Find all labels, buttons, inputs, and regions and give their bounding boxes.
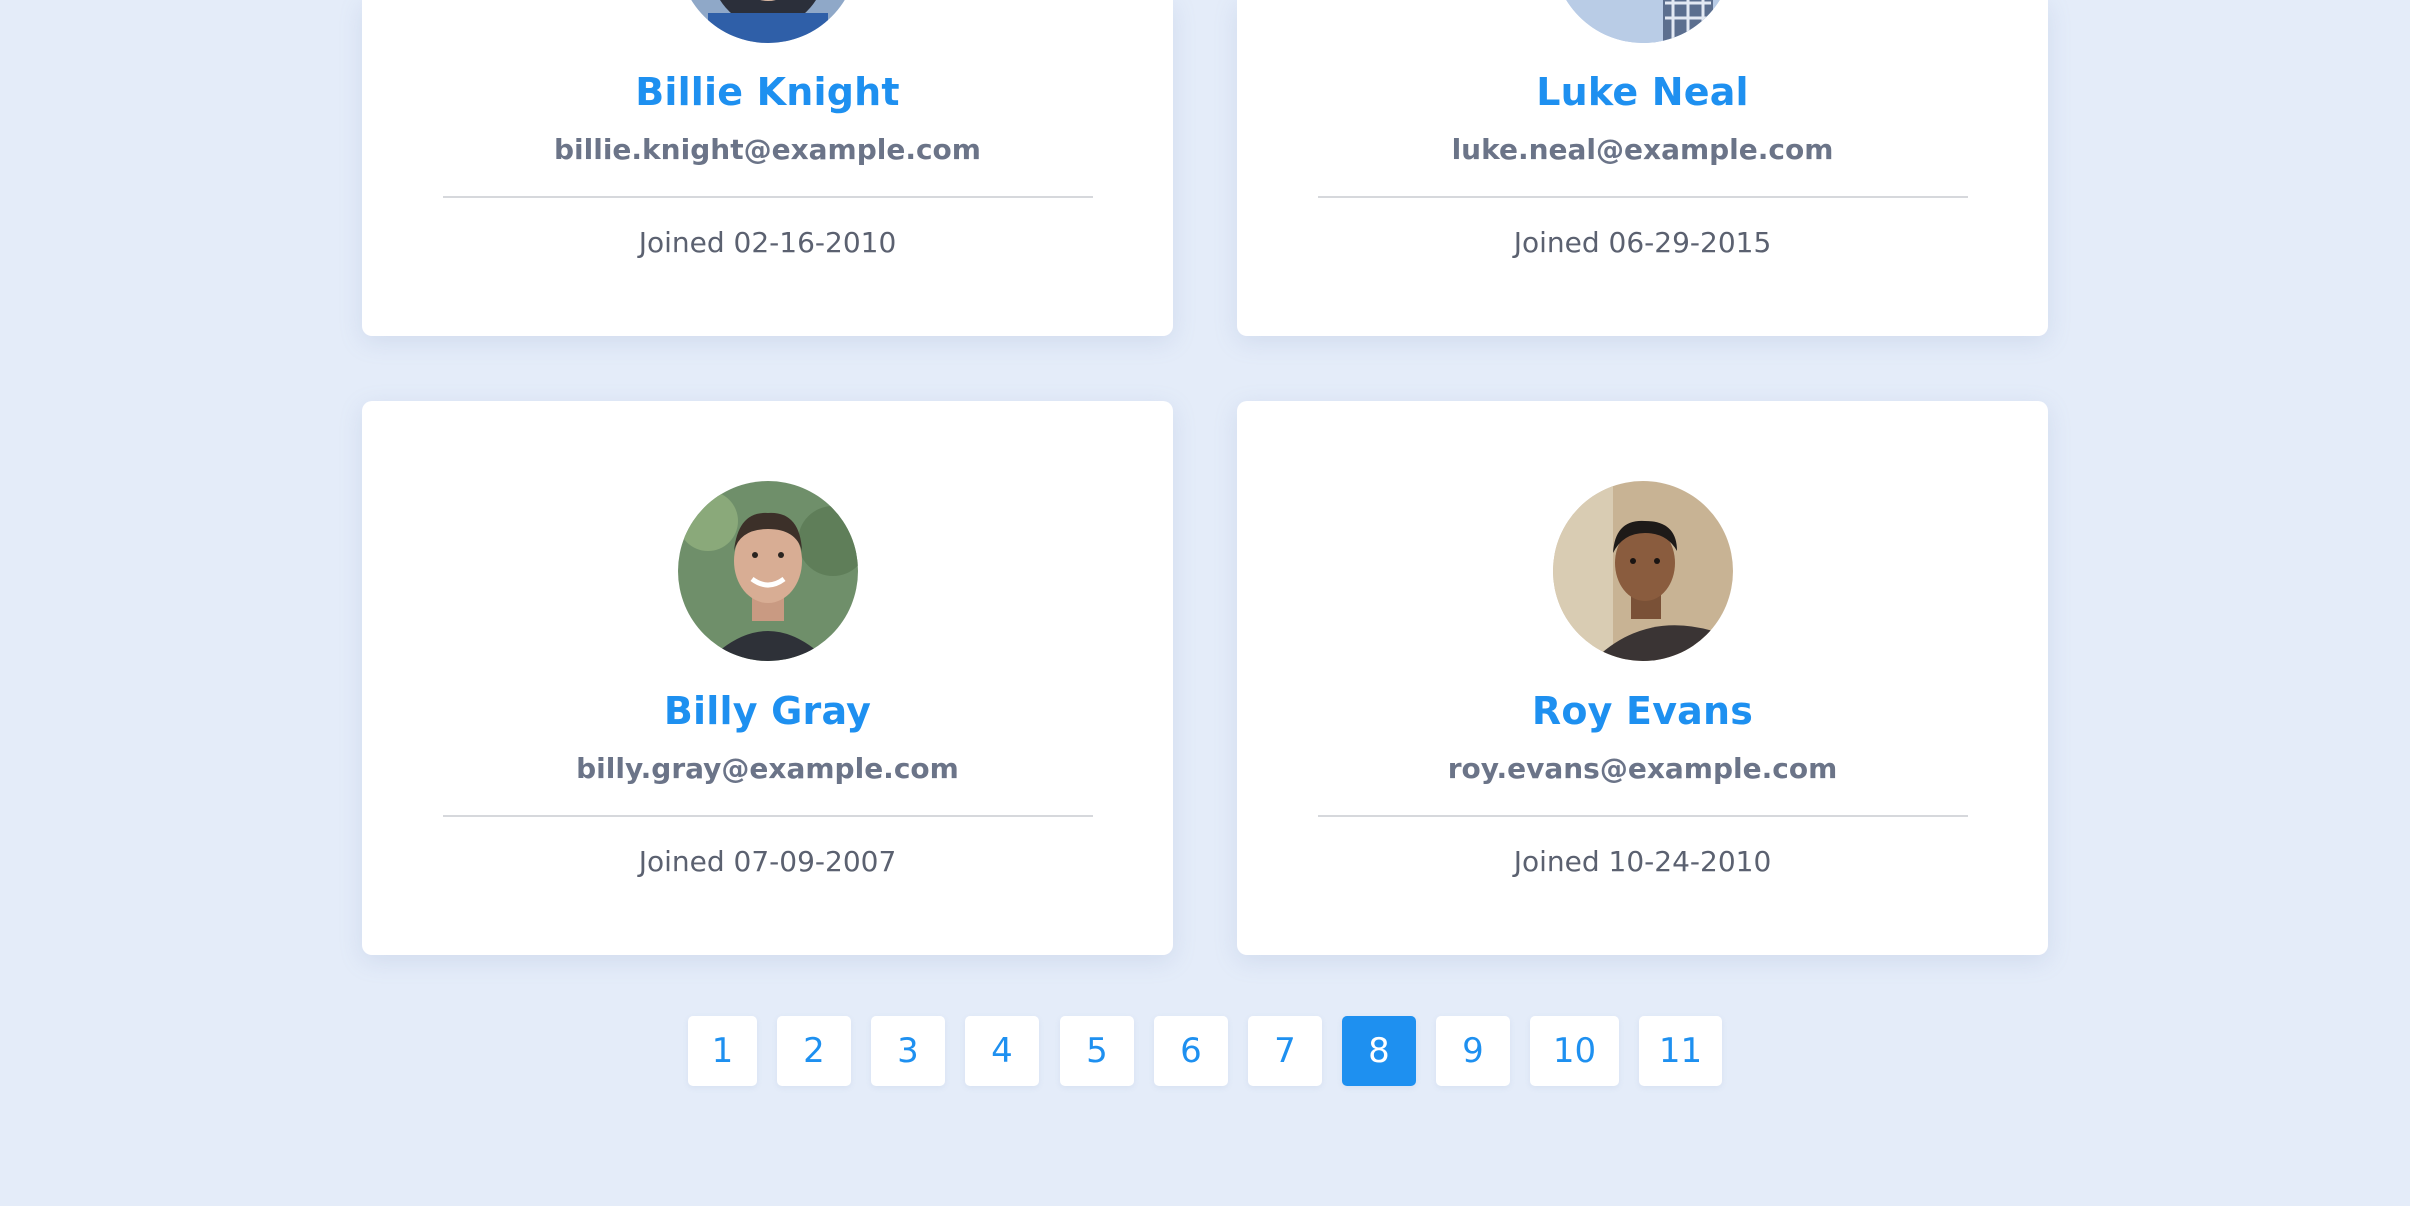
page-button-10[interactable]: 10 [1530, 1016, 1619, 1086]
page-button-5[interactable]: 5 [1060, 1016, 1134, 1086]
user-directory-page: Billie Knight billie.knight@example.com … [0, 0, 2410, 1206]
avatar [677, 0, 858, 43]
joined-date: Joined 02-16-2010 [638, 226, 897, 259]
user-card: Roy Evans roy.evans@example.com Joined 1… [1237, 401, 2048, 955]
user-card: Billy Gray billy.gray@example.com Joined… [362, 401, 1173, 955]
avatar [1552, 0, 1733, 43]
avatar-photo-icon [677, 0, 858, 43]
user-name[interactable]: Billy Gray [362, 689, 1173, 733]
user-card: Luke Neal luke.neal@example.com Joined 0… [1237, 0, 2048, 336]
divider [1318, 815, 1968, 817]
divider [443, 196, 1093, 198]
user-email[interactable]: luke.neal@example.com [1237, 133, 2048, 166]
page-button-3[interactable]: 3 [871, 1016, 945, 1086]
joined-date: Joined 10-24-2010 [1513, 845, 1772, 878]
avatar [677, 481, 858, 661]
page-button-9[interactable]: 9 [1436, 1016, 1510, 1086]
user-email[interactable]: billie.knight@example.com [362, 133, 1173, 166]
divider [443, 815, 1093, 817]
page-button-4[interactable]: 4 [965, 1016, 1039, 1086]
pagination: 1 2 3 4 5 6 7 8 9 10 11 [0, 1016, 2410, 1086]
page-button-2[interactable]: 2 [777, 1016, 851, 1086]
user-card: Billie Knight billie.knight@example.com … [362, 0, 1173, 336]
user-email[interactable]: roy.evans@example.com [1237, 752, 2048, 785]
page-button-8-current[interactable]: 8 [1342, 1016, 1416, 1086]
avatar-photo-icon [1552, 0, 1733, 43]
user-name[interactable]: Luke Neal [1237, 70, 2048, 114]
user-name[interactable]: Billie Knight [362, 70, 1173, 114]
page-button-11[interactable]: 11 [1639, 1016, 1722, 1086]
avatar [1552, 481, 1733, 661]
joined-date: Joined 06-29-2015 [1513, 226, 1772, 259]
joined-date: Joined 07-09-2007 [638, 845, 897, 878]
user-email[interactable]: billy.gray@example.com [362, 752, 1173, 785]
page-button-1[interactable]: 1 [688, 1016, 757, 1086]
avatar-photo-icon [1552, 481, 1733, 661]
page-button-6[interactable]: 6 [1154, 1016, 1228, 1086]
avatar-photo-icon [677, 481, 858, 661]
page-button-7[interactable]: 7 [1248, 1016, 1322, 1086]
divider [1318, 196, 1968, 198]
user-name[interactable]: Roy Evans [1237, 689, 2048, 733]
